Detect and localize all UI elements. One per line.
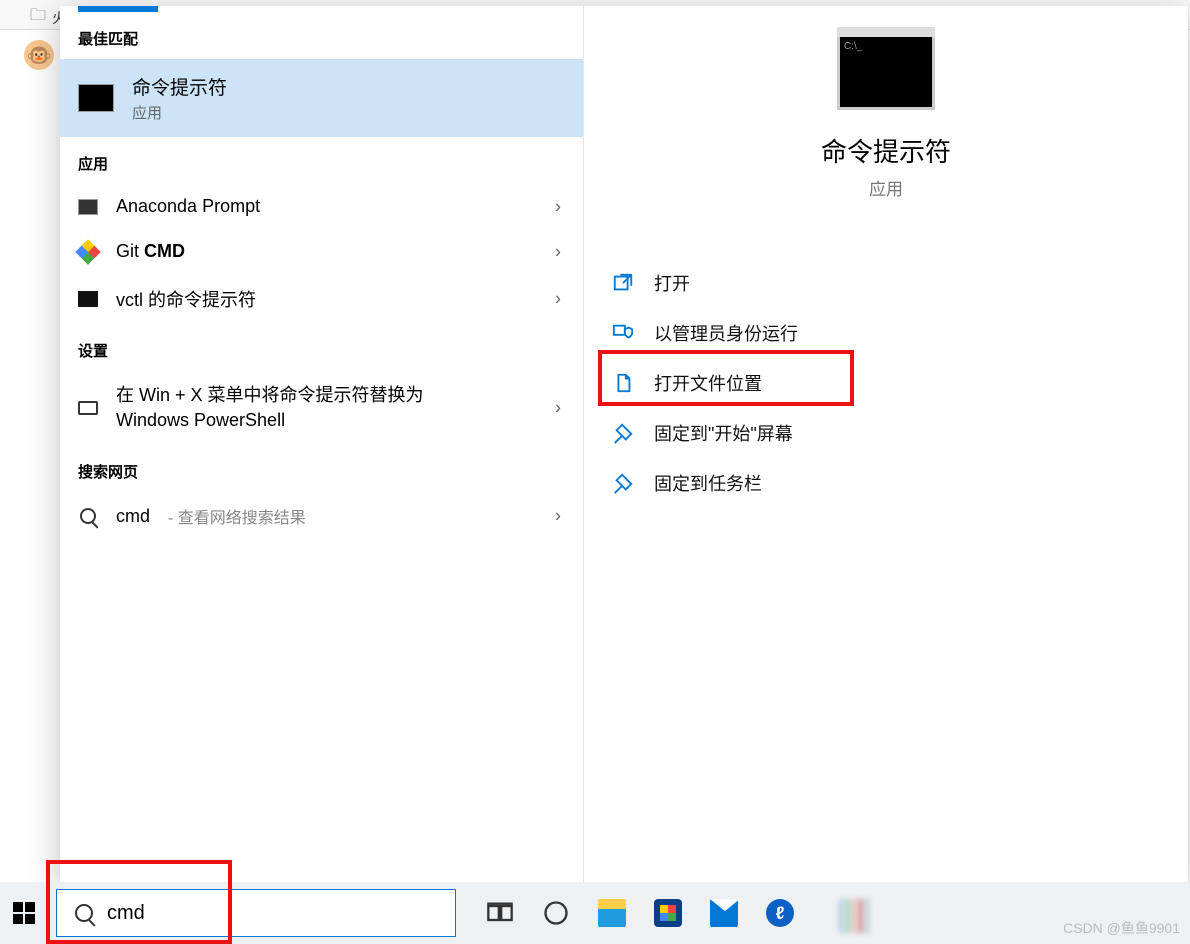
section-settings: 设置 xyxy=(60,324,583,371)
open-icon xyxy=(612,272,634,294)
taskbar-search-box[interactable] xyxy=(56,889,456,937)
pin-icon xyxy=(612,472,634,494)
action-open[interactable]: 打开 xyxy=(584,258,1188,308)
settings-item[interactable]: 在 Win + X 菜单中将命令提示符替换为 Windows PowerShel… xyxy=(60,371,583,445)
best-match-title: 命令提示符 xyxy=(132,73,227,100)
settings-icon xyxy=(78,401,98,415)
section-apps: 应用 xyxy=(60,137,583,184)
circle-icon xyxy=(542,899,570,927)
web-term: cmd xyxy=(116,506,150,527)
cmd-icon xyxy=(78,84,114,112)
cortana-button[interactable] xyxy=(542,899,570,927)
action-pin-start[interactable]: 固定到"开始"屏幕 xyxy=(584,408,1188,458)
action-label: 打开 xyxy=(654,270,690,296)
windows-logo-icon xyxy=(13,902,35,924)
taskbar-search-input[interactable] xyxy=(107,902,407,925)
best-match-subtitle: 应用 xyxy=(132,102,227,123)
preview-thumbnail: C:\_ xyxy=(837,34,935,110)
git-icon xyxy=(75,239,100,264)
chevron-right-icon[interactable]: › xyxy=(555,196,561,217)
task-view-icon xyxy=(486,899,514,927)
app-label: Git CMD xyxy=(116,241,185,262)
taskbar: ℓ xyxy=(0,882,1190,944)
taskbar-overflow xyxy=(840,899,868,927)
results-left-column: 最佳匹配 命令提示符 应用 应用 Anaconda Prompt › Git C… xyxy=(60,6,584,882)
chevron-right-icon[interactable]: › xyxy=(555,506,561,527)
task-view-button[interactable] xyxy=(486,899,514,927)
search-icon xyxy=(75,904,93,922)
annotation-highlight-admin xyxy=(598,350,854,406)
results-preview-column: C:\_ 命令提示符 应用 打开 以管理员身份运行 打开文件位置 固定到"开始"… xyxy=(584,6,1188,882)
chevron-right-icon[interactable]: › xyxy=(555,289,561,310)
search-results-panel: 最佳匹配 命令提示符 应用 应用 Anaconda Prompt › Git C… xyxy=(60,6,1188,882)
chevron-right-icon[interactable]: › xyxy=(555,241,561,262)
section-web: 搜索网页 xyxy=(60,445,583,492)
action-label: 以管理员身份运行 xyxy=(654,320,798,346)
pin-icon xyxy=(612,422,634,444)
app-label: Anaconda Prompt xyxy=(116,196,260,217)
web-search-item[interactable]: cmd - 查看网络搜索结果 › xyxy=(60,492,583,540)
app-item-vctl[interactable]: vctl 的命令提示符 › xyxy=(60,274,583,324)
app-label: vctl 的命令提示符 xyxy=(116,286,256,312)
terminal-icon xyxy=(78,291,98,307)
microsoft-store-button[interactable] xyxy=(654,899,682,927)
preview-subtitle: 应用 xyxy=(584,175,1188,200)
mail-button[interactable] xyxy=(710,899,738,927)
scope-tab-active[interactable] xyxy=(78,6,158,12)
section-best-match: 最佳匹配 xyxy=(60,12,583,59)
best-match-item[interactable]: 命令提示符 应用 xyxy=(60,59,583,137)
preview-title: 命令提示符 xyxy=(584,132,1188,169)
file-explorer-button[interactable] xyxy=(598,899,626,927)
action-label: 固定到任务栏 xyxy=(654,470,762,496)
browser-button[interactable]: ℓ xyxy=(766,899,794,927)
terminal-icon xyxy=(78,199,98,215)
action-label: 固定到"开始"屏幕 xyxy=(654,420,793,446)
taskbar-pinned-apps: ℓ xyxy=(486,899,868,927)
watermark: CSDN @鱼鱼9901 xyxy=(1063,918,1180,938)
web-hint: - 查看网络搜索结果 xyxy=(168,504,306,528)
folder-icon xyxy=(30,4,46,31)
shield-icon xyxy=(612,322,634,344)
avatar[interactable] xyxy=(24,40,54,70)
settings-label: 在 Win + X 菜单中将命令提示符替换为 Windows PowerShel… xyxy=(116,383,496,433)
action-pin-taskbar[interactable]: 固定到任务栏 xyxy=(584,458,1188,508)
search-icon xyxy=(80,508,96,524)
app-item-git-cmd[interactable]: Git CMD › xyxy=(60,229,583,274)
start-button[interactable] xyxy=(0,882,48,944)
chevron-right-icon[interactable]: › xyxy=(555,398,561,419)
app-item-anaconda[interactable]: Anaconda Prompt › xyxy=(60,184,583,229)
